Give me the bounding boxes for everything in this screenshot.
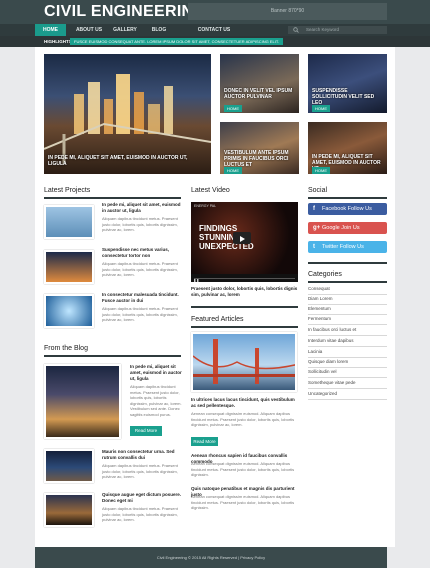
nav-about[interactable]: ABOUT US — [74, 24, 104, 36]
project-title-1[interactable]: In pede mi, aliquet sit amet, euismod in… — [102, 202, 182, 214]
category-item[interactable]: Lacinia — [308, 349, 387, 358]
social-divider — [308, 197, 387, 199]
blog-item-body-1: Aliquam dapibus tincidunt metus. Praesen… — [102, 463, 178, 479]
footer: Civil Engineering © 2015 All Rights Rese… — [35, 547, 387, 568]
category-item[interactable]: Interdum vitae dapibus — [308, 338, 387, 347]
category-item[interactable]: Sollicitudin vel — [308, 369, 387, 378]
blog-item-title-1[interactable]: Mauris non consectetur urna. Sed rutrum … — [102, 449, 182, 461]
project-title-3[interactable]: In consectetur malesuada tincidunt. Fusc… — [102, 292, 182, 304]
highlights-text[interactable]: FUSCE EUISMOD CONSEQUAT ANTE. LOREM IPSU… — [70, 38, 283, 45]
project-body-1: Aliquam dapibus tincidunt metus. Praesen… — [102, 216, 178, 232]
featured-item-body-1: Aenean consequat dignissim euismod. Aliq… — [191, 461, 295, 477]
video-divider — [191, 306, 298, 308]
category-item[interactable]: Elementum — [308, 306, 387, 315]
category-item[interactable]: Consequat — [308, 286, 387, 295]
project-body-3: Aliquam dapibus tincidunt metus. Praesen… — [102, 306, 178, 322]
video-player[interactable]: ENERGY PAL FINDINGS STUNNING UNEXPECTED — [191, 202, 298, 282]
social-bottom-divider — [308, 262, 387, 264]
hero-main-photo[interactable]: IN PEDE MI, ALIQUET SIT AMET, EUISMOD IN… — [44, 54, 211, 174]
video-controls-bar[interactable] — [191, 274, 298, 282]
highlights-bar: HIGHLIGHTS: FUSCE EUISMOD CONSEQUAT ANTE… — [0, 36, 430, 47]
site-logo[interactable]: CIVIL ENGINEERING — [44, 3, 206, 21]
facebook-label: Facebook Follow Us — [322, 206, 372, 212]
blog-read-more-button[interactable]: Read More — [130, 426, 162, 436]
hero-grid-tag-2[interactable]: HOME — [312, 105, 330, 112]
blog-thumb-1[interactable] — [44, 449, 94, 483]
nav-contact[interactable]: CONTACT US — [194, 24, 234, 36]
project-thumb-2[interactable] — [44, 250, 94, 284]
hero-grid-caption-3[interactable]: VESTIBULUM ANTE IPSUM PRIMIS IN FAUCIBUS… — [224, 150, 295, 168]
search-icon[interactable] — [293, 27, 299, 33]
featured-main-thumb[interactable] — [191, 332, 297, 392]
project-thumb-1[interactable] — [44, 205, 94, 239]
twitter-icon: t — [313, 244, 315, 250]
header: CIVIL ENGINEERING Banner 870*90 — [0, 0, 430, 24]
category-item[interactable]: Quisque diam lorem — [308, 359, 387, 368]
project-body-2: Aliquam dapibus tincidunt metus. Praesen… — [102, 261, 178, 277]
blog-main-thumb[interactable] — [44, 364, 121, 439]
video-progress-track[interactable] — [194, 277, 295, 279]
nav-home[interactable]: HOME — [35, 24, 66, 36]
video-channel: ENERGY PAL — [194, 204, 217, 208]
blog-thumb-2[interactable] — [44, 493, 94, 527]
facebook-icon: f — [313, 206, 315, 212]
blog-item-body-2: Aliquam dapibus tincidunt metus. Praesen… — [102, 506, 178, 522]
video-caption: Praesent justo dolor, lobortis quis, lob… — [191, 286, 298, 297]
header-banner[interactable]: Banner 870*90 — [188, 3, 387, 20]
projects-divider — [44, 197, 181, 199]
categories-title: Categories — [308, 271, 342, 278]
nav-blog[interactable]: BLOG — [148, 24, 170, 36]
hero-grid-photo-4[interactable]: IN PEDE MI, ALIQUET SIT AMET, EUISMOD IN… — [308, 122, 387, 174]
twitter-button[interactable]: t Twitter Follow Us — [308, 241, 387, 253]
hero-grid-caption-1[interactable]: DONEC IN VELIT VEL IPSUM AUCTOR PULVINAR — [224, 88, 295, 100]
category-item[interactable]: In faucibus orci luctus et — [308, 327, 387, 336]
blog-main-title[interactable]: In pede mi, aliquet sit amet, euismod in… — [130, 364, 182, 382]
google-button[interactable]: g+ Google Join Us — [308, 222, 387, 234]
google-plus-icon: g+ — [313, 225, 321, 231]
category-item[interactable]: Uncategorized — [308, 391, 387, 400]
search-input[interactable]: Search Keyword — [288, 26, 387, 34]
google-label: Google Join Us — [322, 225, 360, 231]
pause-icon[interactable] — [194, 279, 199, 282]
featured-item-body-2: Aenean consequat dignissim euismod. Aliq… — [191, 494, 295, 510]
category-item[interactable]: Diam Lorem — [308, 296, 387, 305]
facebook-button[interactable]: f Facebook Follow Us — [308, 203, 387, 215]
bridge-image — [193, 339, 295, 384]
hero-grid-photo-1[interactable]: DONEC IN VELIT VEL IPSUM AUCTOR PULVINAR… — [220, 54, 299, 113]
blog-divider — [44, 355, 181, 357]
blog-title: From the Blog — [44, 345, 88, 352]
page: CIVIL ENGINEERING Banner 870*90 HOME ABO… — [0, 0, 430, 568]
hero-main-caption[interactable]: IN PEDE MI, ALIQUET SIT AMET, EUISMOD IN… — [48, 155, 207, 167]
blog-item-title-2[interactable]: Quisque augue eget dictum posuere. Donec… — [102, 492, 182, 504]
hero-grid-photo-2[interactable]: SUSPENDISSE SOLLICITUDIN VELIT SED LEO H… — [308, 54, 387, 113]
featured-main-title[interactable]: In ultrices lacus lacus tincidunt, quis … — [191, 397, 298, 409]
featured-main-body: Aenean consequat dignissim euismod. Aliq… — [191, 411, 295, 427]
nav-gallery[interactable]: GALLERY — [111, 24, 139, 36]
main-nav: HOME ABOUT US GALLERY BLOG CONTACT US Se… — [0, 24, 430, 36]
hero-grid-caption-2[interactable]: SUSPENDISSE SOLLICITUDIN VELIT SED LEO — [312, 88, 383, 106]
highlights-label: HIGHLIGHTS: — [44, 39, 74, 44]
featured-title: Featured Articles — [191, 316, 244, 323]
category-item[interactable]: Sometheque vitae pede — [308, 380, 387, 389]
project-thumb-3[interactable] — [44, 294, 94, 328]
project-title-2[interactable]: Suspendisse nec metus varius, consectetu… — [102, 247, 182, 259]
video-title: Latest Video — [191, 187, 230, 194]
categories-divider — [308, 281, 387, 283]
blog-main-body: Aliquam dapibus tincidunt metus. Praesen… — [130, 384, 182, 417]
twitter-label: Twitter Follow Us — [322, 244, 364, 250]
projects-title: Latest Projects — [44, 187, 91, 194]
hero-grid-tag-4[interactable]: HOME — [312, 167, 330, 174]
hero-grid-tag-1[interactable]: HOME — [224, 105, 242, 112]
play-button[interactable] — [233, 232, 251, 244]
social-title: Social — [308, 187, 328, 194]
hero-grid-tag-3[interactable]: HOME — [224, 167, 242, 174]
category-item[interactable]: Fermentum — [308, 316, 387, 325]
featured-read-more-button[interactable]: Read More — [191, 437, 218, 446]
hero-grid-photo-3[interactable]: VESTIBULUM ANTE IPSUM PRIMIS IN FAUCIBUS… — [220, 122, 299, 174]
featured-divider — [191, 326, 298, 328]
play-icon — [240, 236, 245, 242]
